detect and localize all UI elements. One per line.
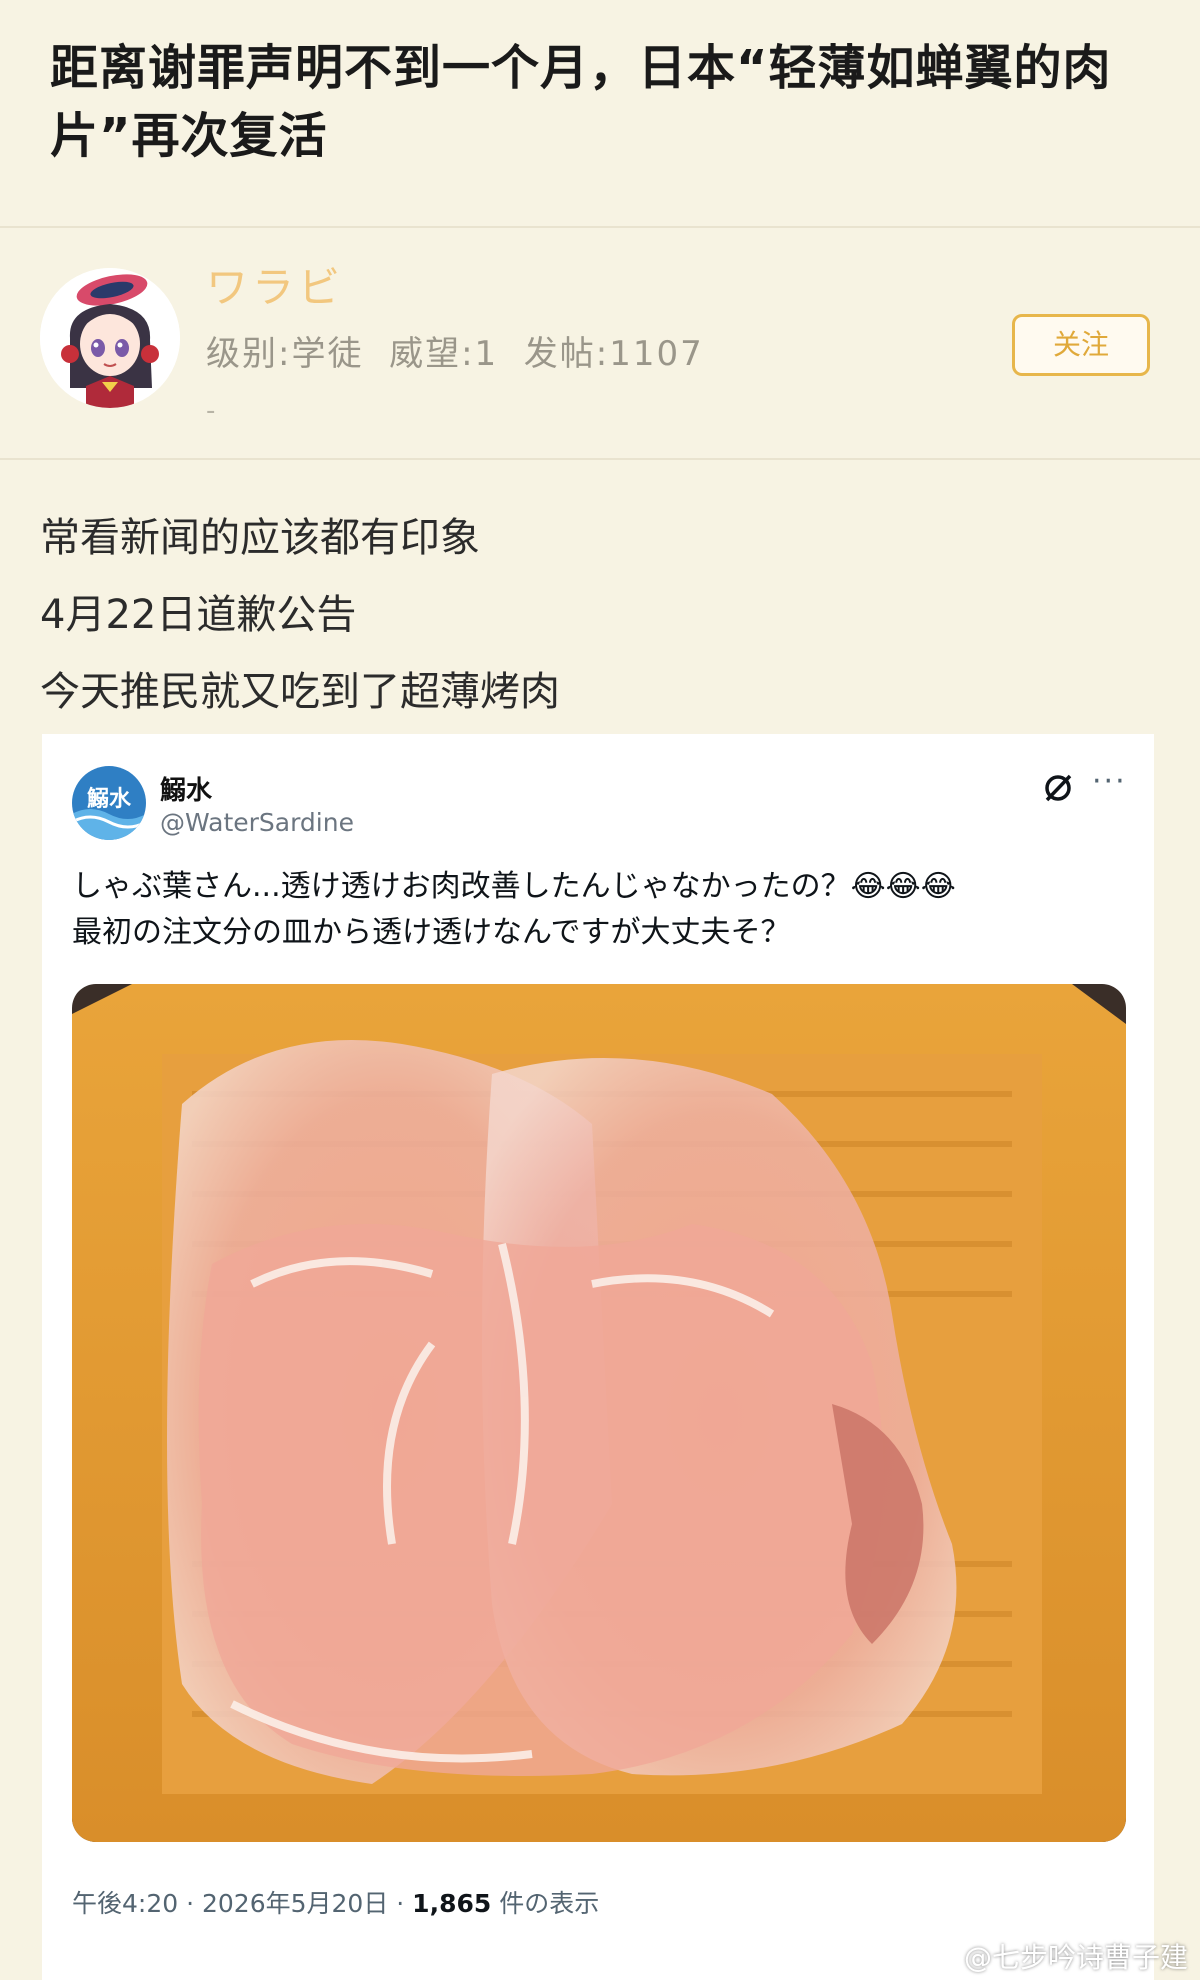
tweet-view-count: 1,865	[412, 1889, 492, 1918]
pork-slices-tray-image	[72, 984, 1126, 1842]
tweet-timestamp[interactable]: 午後4:20 · 2026年5月20日 ·	[72, 1889, 412, 1918]
tweet-views-label: 件の表示	[491, 1889, 600, 1918]
post-title: 距离谢罪声明不到一个月，日本“轻薄如蝉翼的肉片”再次复活	[50, 40, 1112, 164]
author-extra: -	[206, 396, 216, 426]
grok-icon[interactable]	[1040, 770, 1076, 806]
author-meta: 级别:学徒 威望:1 发帖:1107	[206, 334, 704, 374]
tweet-text-line: しゃぶ葉さん...透け透けお肉改善したんじゃなかったの？😂😂😂	[72, 869, 956, 904]
anime-avatar-icon	[40, 268, 180, 408]
tweet-display-name[interactable]: 鰯水	[160, 770, 212, 807]
tweet-avatar[interactable]: 鰯水	[72, 766, 146, 840]
author-card: ワラビ 级别:学徒 威望:1 发帖:1107 - 关注	[0, 228, 1200, 458]
svg-text:鰯水: 鰯水	[87, 787, 132, 812]
watermark: @七步吟诗曹子建	[963, 1941, 1188, 1974]
embedded-tweet[interactable]: 鰯水 鰯水 @WaterSardine ··· しゃぶ葉さん...透け透けお肉改…	[42, 734, 1154, 1980]
more-options-icon[interactable]: ···	[1092, 764, 1127, 799]
tweet-text: しゃぶ葉さん...透け透けお肉改善したんじゃなかったの？😂😂😂 最初の注文分の皿…	[72, 864, 956, 956]
post-header: 距离谢罪声明不到一个月，日本“轻薄如蝉翼的肉片”再次复活	[0, 0, 1200, 226]
author-name[interactable]: ワラビ	[206, 254, 344, 315]
tweet-handle[interactable]: @WaterSardine	[160, 808, 354, 837]
body-line: 今天推民就又吃到了超薄烤肉	[40, 669, 560, 715]
sardine-logo-icon: 鰯水	[72, 766, 146, 840]
follow-button[interactable]: 关注	[1012, 314, 1150, 376]
tweet-text-line: 最初の注文分の皿から透け透けなんですが大丈夫そ？	[72, 915, 791, 950]
body-line: 常看新闻的应该都有印象	[40, 515, 480, 561]
divider	[0, 458, 1200, 460]
avatar[interactable]	[40, 268, 180, 408]
body-line: 4月22日道歉公告	[40, 592, 357, 638]
tweet-photo[interactable]	[72, 984, 1126, 1842]
post-body: 常看新闻的应该都有印象 4月22日道歉公告 今天推民就又吃到了超薄烤肉	[40, 500, 560, 731]
tweet-footer: 午後4:20 · 2026年5月20日 · 1,865 件の表示	[72, 1884, 599, 1920]
